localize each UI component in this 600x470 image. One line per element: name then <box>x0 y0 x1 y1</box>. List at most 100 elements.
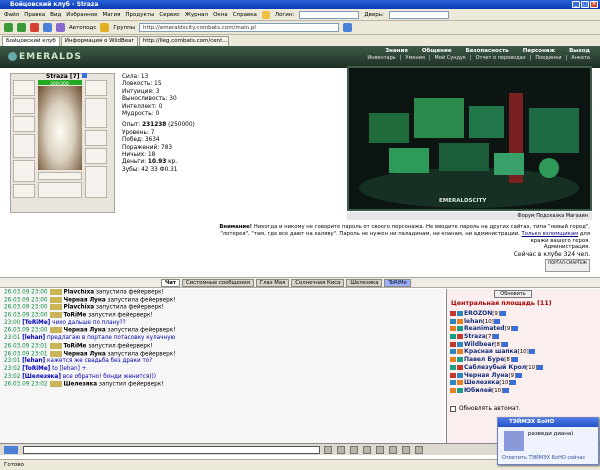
clan-icon[interactable] <box>457 349 463 355</box>
notification-popup[interactable]: ТЭЙМЭХ БоНО разведи диана) Ответить ТЭЙМ… <box>497 417 599 465</box>
nav-link-communication[interactable]: Общение <box>422 48 452 54</box>
message-author[interactable]: Plavchixa <box>64 290 95 296</box>
login-field[interactable] <box>299 10 360 19</box>
message-author[interactable]: Черная Луна <box>64 351 106 357</box>
user-name[interactable]: Саблезубый Крол <box>464 364 526 371</box>
info-icon[interactable] <box>493 318 500 324</box>
clan-icon[interactable] <box>457 357 463 363</box>
gem-slot[interactable] <box>38 172 82 180</box>
chat-tab-system[interactable]: Системные сообщения <box>181 279 254 287</box>
info-icon[interactable] <box>81 73 87 78</box>
info-icon[interactable] <box>499 311 506 316</box>
minimize-icon[interactable]: _ <box>572 1 580 8</box>
info-icon[interactable] <box>528 349 535 355</box>
user-name[interactable]: Павел Буре <box>464 356 504 363</box>
sound-icon[interactable] <box>389 446 397 454</box>
nav-link-inventory[interactable]: Инвентарь <box>367 55 395 61</box>
menu-item-windows[interactable]: Окна <box>213 12 228 18</box>
private-icon[interactable] <box>450 380 456 386</box>
menu-item-favorites[interactable]: Избранное <box>66 12 97 18</box>
warning-link[interactable]: Только взломщикам <box>522 231 579 237</box>
settings-icon[interactable] <box>402 446 410 454</box>
message-author[interactable]: ToRiMe <box>64 343 87 349</box>
weapon-slot[interactable] <box>13 134 35 158</box>
door-field[interactable] <box>388 10 449 19</box>
forward-icon[interactable] <box>17 23 26 32</box>
clan-icon[interactable] <box>457 380 463 386</box>
private-icon[interactable] <box>450 341 456 347</box>
message-author[interactable]: [lehan] <box>22 358 45 364</box>
room-user[interactable]: Черная Луна[9] <box>450 372 544 380</box>
room-user[interactable]: Саблезубый Крол[10] <box>450 364 544 372</box>
tab-lleg[interactable]: http://lleg.combats.com/cent... <box>138 36 229 46</box>
private-icon[interactable] <box>450 372 456 378</box>
private-icon[interactable] <box>450 357 456 363</box>
hint-link[interactable]: Подсказка <box>536 213 564 219</box>
bracer-slot[interactable] <box>85 80 107 96</box>
city-map[interactable]: EMERALDSCITY <box>347 66 592 211</box>
nav-link-knowledge[interactable]: Знания <box>385 48 408 54</box>
shop-link[interactable]: Магазин <box>566 213 588 219</box>
clan-icon[interactable] <box>457 364 463 370</box>
smile-icon[interactable] <box>350 446 358 454</box>
message-author[interactable]: Черная Луна <box>64 328 106 334</box>
user-name[interactable]: Straza <box>464 333 486 340</box>
room-user[interactable]: EROZON[9] <box>450 310 544 318</box>
clan-icon[interactable] <box>457 341 463 347</box>
menu-item-help[interactable]: Справка <box>233 12 257 18</box>
ring-slot[interactable] <box>85 148 107 164</box>
room-user[interactable]: Straza[7] <box>450 333 544 341</box>
groups-icon[interactable] <box>100 23 110 32</box>
message-author[interactable]: Шелезяка <box>64 382 98 388</box>
amulet-slot[interactable] <box>13 116 35 132</box>
chat-tab-eye[interactable]: Глаз Мая <box>255 279 290 287</box>
message-author[interactable]: [lehan] <box>22 335 45 341</box>
room-user[interactable]: Красная шапка[10] <box>450 348 544 356</box>
go-icon[interactable] <box>343 23 353 32</box>
info-icon[interactable] <box>503 387 510 393</box>
character-avatar[interactable] <box>38 86 82 170</box>
say-icon[interactable] <box>4 446 18 454</box>
menu-item-products[interactable]: Продукты <box>125 12 154 18</box>
user-name[interactable]: EROZON <box>464 310 492 317</box>
user-name[interactable]: Черная Луна <box>464 372 508 379</box>
nav-link-chest[interactable]: Мой Сундук <box>435 55 466 61</box>
exit-icon[interactable] <box>415 446 423 454</box>
address-bar[interactable]: http://emeraldscity.combats.com/main.pl <box>139 23 340 32</box>
menu-item-journal[interactable]: Журнал <box>185 12 208 18</box>
popup-reply-link[interactable]: Ответить ТЭЙМЭХ БоНО сейчас <box>502 455 585 461</box>
tab-wildbear-info[interactable]: Информация о WildBear <box>60 36 138 46</box>
refresh-button[interactable]: Обновить <box>494 290 532 298</box>
menu-item-service[interactable]: Сервис <box>159 12 180 18</box>
user-name[interactable]: Красная шапка <box>464 348 518 355</box>
user-name[interactable]: lehan <box>464 318 483 325</box>
menu-item-view[interactable]: Вид <box>50 12 61 18</box>
chat-tab-shelezyaka[interactable]: Шелезяка <box>346 279 383 287</box>
message-author[interactable]: [Шелезяка] <box>22 374 61 380</box>
room-user[interactable]: Wildbear[8] <box>450 341 544 349</box>
message-author[interactable]: [ToRiMe] <box>22 320 50 326</box>
autofill-button[interactable]: Автоподс <box>69 25 96 31</box>
maximize-icon[interactable]: □ <box>581 1 589 8</box>
close-icon[interactable]: × <box>590 1 598 8</box>
portal-logo[interactable]: ПОРТАЛ-СМАРТЕЖ <box>545 259 590 272</box>
room-user[interactable]: Юбилей[10] <box>450 387 544 395</box>
private-icon[interactable] <box>450 311 456 316</box>
user-name[interactable]: Wildbear <box>464 341 494 348</box>
message-author[interactable]: [ToRiMe] <box>22 366 50 372</box>
refresh-icon[interactable] <box>43 23 52 32</box>
nav-link-transfers[interactable]: Отчет о переводах <box>476 55 526 61</box>
character-name[interactable]: Straza <box>46 73 68 80</box>
room-user[interactable]: Шелезяка[10] <box>450 379 544 387</box>
info-icon[interactable] <box>537 364 544 370</box>
clan-icon[interactable] <box>457 387 463 393</box>
clan-icon[interactable] <box>457 311 463 316</box>
clear-icon[interactable] <box>337 446 345 454</box>
filter-icon[interactable] <box>363 446 371 454</box>
nav-link-character[interactable]: Персонаж <box>523 48 555 54</box>
gloves-slot[interactable] <box>85 130 107 146</box>
private-icon[interactable] <box>450 326 456 332</box>
message-author[interactable]: ToRiMe <box>64 313 87 319</box>
info-icon[interactable] <box>512 326 519 332</box>
menu-item-file[interactable]: Файл <box>4 12 19 18</box>
